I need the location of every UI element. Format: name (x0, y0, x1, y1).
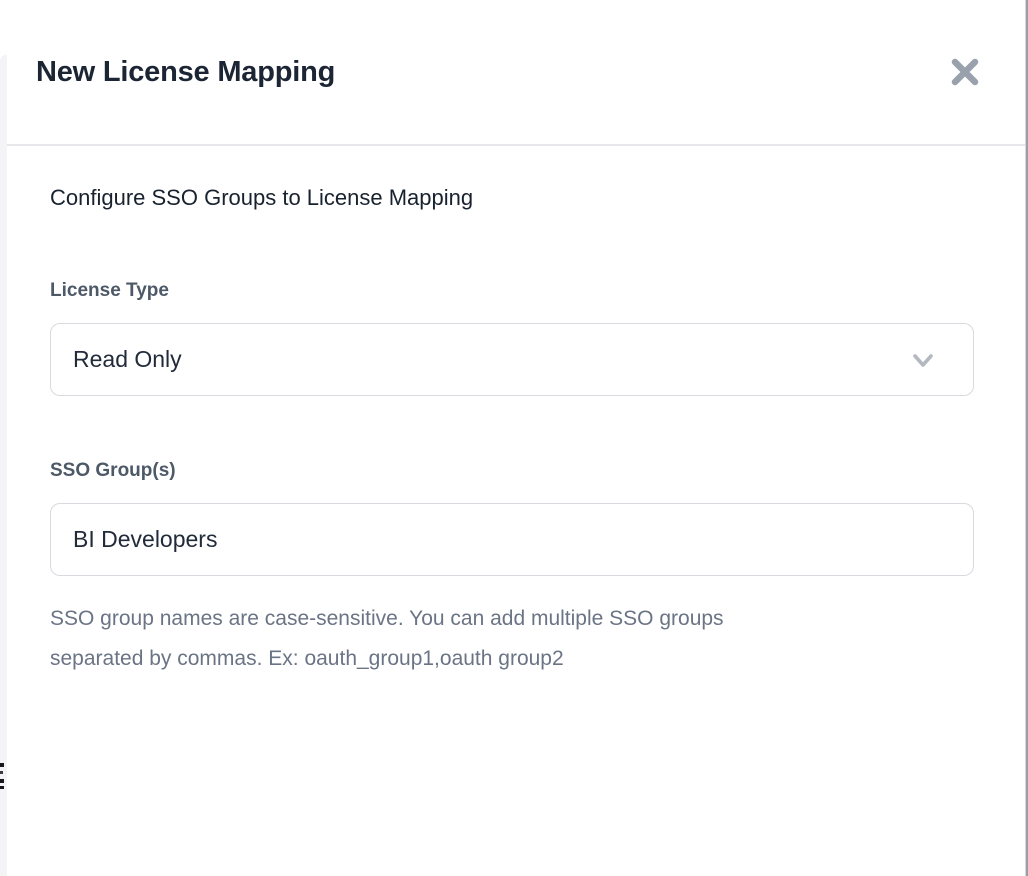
sso-groups-help-text: SSO group names are case-sensitive. You … (50, 599, 780, 679)
backdrop-content-fragment (0, 763, 4, 767)
modal-subtitle: Configure SSO Groups to License Mapping (50, 186, 974, 210)
new-license-mapping-modal: New License Mapping Configure SSO Groups… (7, 0, 1025, 876)
backdrop-content-fragment (0, 771, 3, 774)
license-type-selected-value: Read Only (73, 346, 182, 373)
modal-header: New License Mapping (7, 0, 1025, 146)
chevron-down-icon (907, 344, 939, 376)
sso-groups-input[interactable] (50, 503, 974, 576)
license-type-select[interactable]: Read Only (50, 323, 974, 396)
backdrop-content-fragment (0, 786, 4, 789)
modal-title: New License Mapping (36, 56, 335, 89)
page-background: New License Mapping Configure SSO Groups… (0, 0, 1028, 876)
backdrop-panel (0, 55, 7, 876)
backdrop-page-behind (0, 0, 7, 876)
modal-body: Configure SSO Groups to License Mapping … (7, 186, 1025, 679)
sso-groups-label: SSO Group(s) (50, 460, 974, 482)
close-icon (950, 57, 980, 87)
close-button[interactable] (947, 54, 983, 90)
license-type-label: License Type (50, 280, 974, 302)
backdrop-content-fragment (0, 779, 4, 783)
